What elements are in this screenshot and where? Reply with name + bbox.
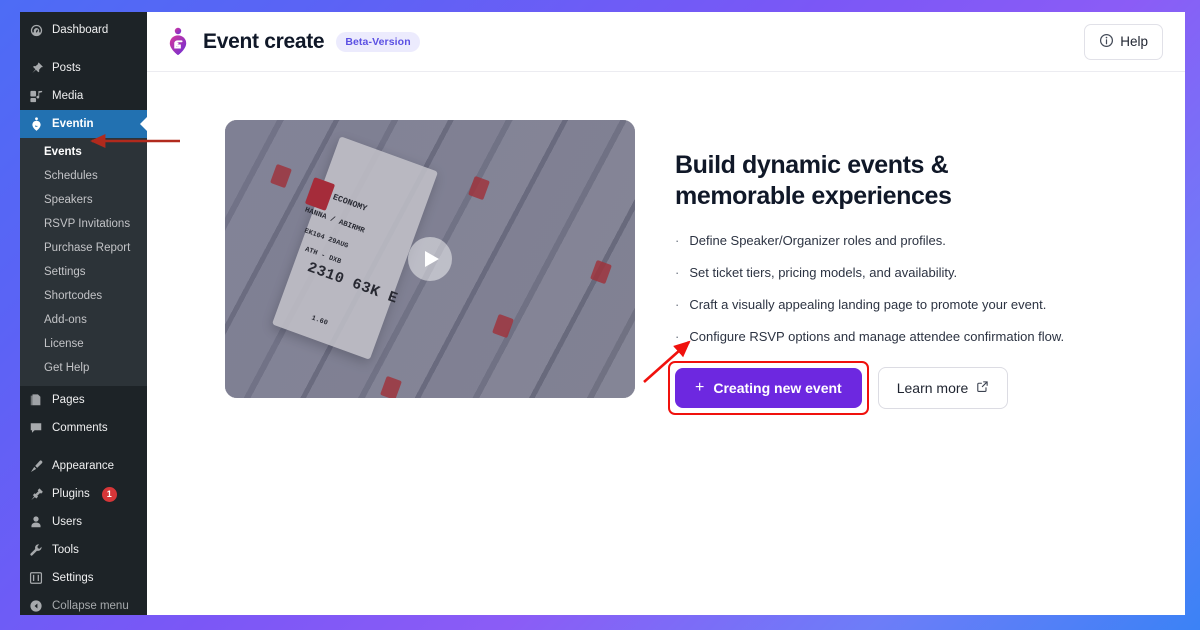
comment-icon [28,420,44,436]
sidebar-divider [20,44,147,54]
sidebar-collapse-label: Collapse menu [52,599,129,612]
app-window: Dashboard Posts Media Eventin Events Sch… [20,12,1185,615]
sidebar-item-pages[interactable]: Pages [20,386,147,414]
page-content: ECONOMY HANNA / ABIRMR EK104 29AUG ATH -… [147,72,1185,615]
create-event-highlight: + Creating new event [668,361,869,415]
sidebar-item-label: Posts [52,61,81,74]
user-icon [28,514,44,530]
page-title: Event create [203,29,325,53]
plus-icon: + [695,379,705,396]
sidebar-subitem-settings[interactable]: Settings [20,260,147,284]
admin-sidebar: Dashboard Posts Media Eventin Events Sch… [20,12,147,615]
sidebar-item-label: Comments [52,421,108,434]
sidebar-item-label: Settings [52,571,94,584]
plugins-update-badge: 1 [101,486,117,502]
sidebar-subitem-get-help[interactable]: Get Help [20,356,147,380]
learn-more-button[interactable]: Learn more [877,367,1009,409]
sidebar-subitem-shortcodes[interactable]: Shortcodes [20,284,147,308]
plugin-icon [28,486,44,502]
media-icon [28,88,44,104]
sidebar-item-label: Plugins [52,487,90,500]
feature-text: Configure RSVP options and manage attend… [689,329,1065,344]
feature-list: · Define Speaker/Organizer roles and pro… [675,233,1064,345]
promo-video-thumbnail[interactable]: ECONOMY HANNA / ABIRMR EK104 29AUG ATH -… [225,120,635,398]
sidebar-item-label: Media [52,89,84,102]
sidebar-item-label: Users [52,515,83,528]
sidebar-item-posts[interactable]: Posts [20,54,147,82]
feature-list-item: · Configure RSVP options and manage atte… [675,329,1064,345]
sidebar-item-dashboard[interactable]: Dashboard [20,16,147,44]
bullet-icon: · [675,265,680,280]
sliders-icon [28,570,44,586]
collapse-icon [28,598,44,614]
sidebar-item-settings[interactable]: Settings [20,564,147,592]
cta-row: + Creating new event Learn more [668,361,1064,415]
page-header: Event create Beta-Version Help [147,12,1185,72]
sidebar-subitem-speakers[interactable]: Speakers [20,188,147,212]
sidebar-item-tools[interactable]: Tools [20,536,147,564]
feature-text: Set ticket tiers, pricing models, and av… [689,265,958,280]
promo-headline: Build dynamic events & memorable experie… [675,151,952,210]
eventin-icon [28,116,44,132]
info-circle-icon [1099,33,1114,51]
sidebar-item-label: Eventin [52,117,94,130]
sidebar-collapse-menu[interactable]: Collapse menu [20,592,147,615]
sidebar-item-comments[interactable]: Comments [20,414,147,442]
sidebar-subitem-add-ons[interactable]: Add-ons [20,308,147,332]
main-panel: Event create Beta-Version Help ECONOMY H… [147,12,1185,615]
bullet-icon: · [675,329,680,344]
bullet-icon: · [675,233,680,248]
bullet-icon: · [675,297,680,312]
pin-icon [28,60,44,76]
play-icon[interactable] [408,237,452,281]
sidebar-subitem-schedules[interactable]: Schedules [20,164,147,188]
sidebar-subitem-rsvp-invitations[interactable]: RSVP Invitations [20,212,147,236]
sidebar-subitem-events[interactable]: Events [20,140,147,164]
sidebar-item-appearance[interactable]: Appearance [20,452,147,480]
help-button-label: Help [1120,34,1148,49]
eventin-submenu: Events Schedules Speakers RSVP Invitatio… [20,138,147,386]
sidebar-subitem-purchase-report[interactable]: Purchase Report [20,236,147,260]
sidebar-subitem-license[interactable]: License [20,332,147,356]
play-triangle [425,251,439,267]
sidebar-item-label: Dashboard [52,23,109,36]
feature-text: Craft a visually appealing landing page … [689,297,1047,312]
wrench-icon [28,542,44,558]
feature-list-item: · Define Speaker/Organizer roles and pro… [675,233,1064,249]
brush-icon [28,458,44,474]
learn-more-label: Learn more [896,380,969,396]
sidebar-item-plugins[interactable]: Plugins 1 [20,480,147,508]
sidebar-item-label: Pages [52,393,85,406]
promo-info-column: Build dynamic events & memorable experie… [668,120,1064,415]
feature-list-item: · Craft a visually appealing landing pag… [675,297,1064,313]
pages-icon [28,392,44,408]
eventin-logo-icon [165,27,191,57]
sidebar-item-eventin[interactable]: Eventin [20,110,147,138]
beta-version-badge: Beta-Version [336,31,420,52]
external-link-icon [976,380,989,396]
sidebar-item-media[interactable]: Media [20,82,147,110]
help-button[interactable]: Help [1084,23,1163,60]
feature-text: Define Speaker/Organizer roles and profi… [689,233,946,248]
sidebar-item-users[interactable]: Users [20,508,147,536]
dashboard-icon [28,22,44,38]
sidebar-divider [20,442,147,452]
feature-list-item: · Set ticket tiers, pricing models, and … [675,265,1064,281]
sidebar-item-label: Tools [52,543,79,556]
creating-new-event-button[interactable]: + Creating new event [675,368,862,408]
creating-new-event-label: Creating new event [713,380,842,396]
sidebar-item-label: Appearance [52,459,115,472]
